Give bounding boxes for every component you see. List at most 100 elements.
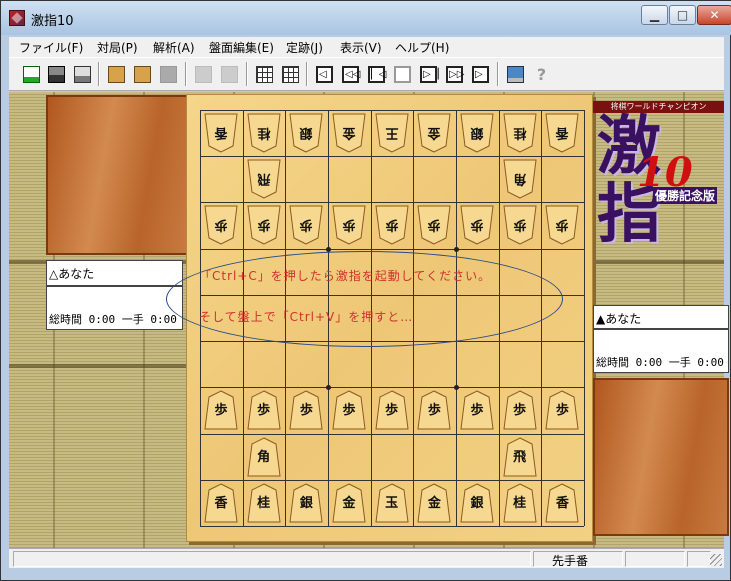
gote-piece-pawn[interactable]: 歩 <box>204 205 238 245</box>
gote-piece-stand[interactable] <box>46 95 188 255</box>
gote-piece[interactable]: 王 <box>375 113 409 153</box>
disabled-icon <box>160 66 177 83</box>
sente-piece-stand[interactable] <box>593 378 729 536</box>
sente-piece-pawn[interactable]: 歩 <box>204 390 238 430</box>
piece-label: 角 <box>513 171 527 187</box>
gote-piece-pawn[interactable]: 歩 <box>545 205 579 245</box>
sente-piece-pawn[interactable]: 歩 <box>503 390 537 430</box>
piece-label: 銀 <box>470 125 484 140</box>
save-button[interactable] <box>46 64 67 85</box>
gote-piece[interactable]: 香 <box>204 113 238 153</box>
sente-piece-rook[interactable]: 飛 <box>503 436 537 477</box>
gote-move-time: 0:00 <box>150 313 177 326</box>
menu-board-edit[interactable]: 盤面編集(E) <box>209 39 274 56</box>
sente-piece-pawn[interactable]: 歩 <box>545 390 579 430</box>
toolbar-separator <box>246 62 248 86</box>
sente-piece[interactable]: 香 <box>545 483 579 523</box>
maximize-button[interactable]: □ <box>669 5 696 25</box>
forward-all-button[interactable]: ▷ <box>470 64 491 85</box>
screen-button[interactable] <box>505 64 526 85</box>
sente-piece[interactable]: 桂 <box>503 483 537 523</box>
menu-game[interactable]: 対局(P) <box>97 39 138 56</box>
piece-label: 香 <box>555 125 569 140</box>
menu-file[interactable]: ファイル(F) <box>19 39 83 56</box>
piece-label: 香 <box>214 495 228 511</box>
sente-piece-pawn[interactable]: 歩 <box>247 390 281 430</box>
grid-alt-button[interactable] <box>280 64 301 85</box>
sente-piece-pawn[interactable]: 歩 <box>460 390 494 430</box>
sente-piece[interactable]: 金 <box>332 483 366 523</box>
piece-label: 桂 <box>513 495 527 511</box>
sente-piece-pawn[interactable]: 歩 <box>417 390 451 430</box>
disabled-button[interactable] <box>219 64 240 85</box>
gote-piece-pawn[interactable]: 歩 <box>417 205 451 245</box>
sente-piece-pawn[interactable]: 歩 <box>332 390 366 430</box>
sente-piece[interactable]: 香 <box>204 483 238 523</box>
back-many-button[interactable]: ◁◁ <box>340 64 361 85</box>
status-cell <box>687 551 711 567</box>
annotation-line-2: そして盤上で「Ctrl+V」を押すと… <box>199 310 414 324</box>
minimize-button[interactable]: ▁ <box>641 5 668 25</box>
app-icon[interactable] <box>9 10 25 26</box>
gote-piece[interactable]: 桂 <box>247 113 281 153</box>
gote-piece[interactable]: 桂 <box>503 113 537 153</box>
new-button[interactable] <box>21 64 42 85</box>
gote-piece[interactable]: 金 <box>332 113 366 153</box>
disabled-button[interactable] <box>193 64 214 85</box>
sente-piece-pawn[interactable]: 歩 <box>289 390 323 430</box>
close-button[interactable]: ✕ <box>697 5 731 25</box>
back-one-button[interactable]: ▏◁ <box>366 64 387 85</box>
back-all-button[interactable]: ◁ <box>314 64 335 85</box>
sente-piece-bishop[interactable]: 角 <box>247 436 281 477</box>
title-bar[interactable]: 激指10 ▁ □ ✕ <box>1 1 731 35</box>
piece-label: 歩 <box>342 217 356 233</box>
forward-one-icon: ▷▕ <box>420 66 438 83</box>
gote-piece[interactable]: 銀 <box>460 113 494 153</box>
gote-piece-pawn[interactable]: 歩 <box>332 205 366 245</box>
piece-label: 飛 <box>257 171 271 187</box>
gote-total-label: 総時間 <box>49 313 82 326</box>
gote-piece-pawn[interactable]: 歩 <box>460 205 494 245</box>
stop-button[interactable] <box>392 64 413 85</box>
sente-player-name: ▲あなた <box>596 312 642 326</box>
disabled-button[interactable] <box>158 64 179 85</box>
board-flip-button[interactable] <box>132 64 153 85</box>
sente-piece[interactable]: 桂 <box>247 483 281 523</box>
board-line <box>584 110 585 526</box>
piece-label: 歩 <box>214 217 228 233</box>
gote-piece[interactable]: 金 <box>417 113 451 153</box>
gote-piece-pawn[interactable]: 歩 <box>289 205 323 245</box>
menu-help[interactable]: ヘルプ(H) <box>395 39 449 56</box>
toolbar-separator <box>497 62 499 86</box>
sente-piece[interactable]: 玉 <box>375 483 409 523</box>
grid-button[interactable] <box>254 64 275 85</box>
gote-piece-pawn[interactable]: 歩 <box>375 205 409 245</box>
piece-label: 歩 <box>513 403 527 419</box>
help-button[interactable]: ? <box>531 64 552 85</box>
gote-piece-pawn[interactable]: 歩 <box>503 205 537 245</box>
resize-grip-icon[interactable] <box>710 554 722 566</box>
board-star-point <box>454 385 459 391</box>
sente-piece[interactable]: 銀 <box>289 483 323 523</box>
sente-piece[interactable]: 金 <box>417 483 451 523</box>
board-line <box>200 248 584 250</box>
sente-clock-box: 総時間 0:00 一手 0:00 <box>593 329 729 373</box>
sente-piece-pawn[interactable]: 歩 <box>375 390 409 430</box>
gote-piece-rook[interactable]: 飛 <box>247 159 281 199</box>
gote-piece-bishop[interactable]: 角 <box>503 159 537 199</box>
print-button[interactable] <box>72 64 93 85</box>
forward-one-button[interactable]: ▷▕ <box>418 64 439 85</box>
gote-piece-pawn[interactable]: 歩 <box>247 205 281 245</box>
menu-analysis[interactable]: 解析(A) <box>153 39 195 56</box>
menu-joseki[interactable]: 定跡(J) <box>286 39 323 56</box>
board-line <box>200 387 584 389</box>
toolbar: ◁ ◁◁ ▏◁ ▷▕ ▷▷ ▷ ? <box>9 57 724 91</box>
forward-many-button[interactable]: ▷▷ <box>444 64 465 85</box>
gote-piece[interactable]: 銀 <box>289 113 323 153</box>
board-icon <box>108 66 125 83</box>
forward-all-icon: ▷ <box>472 66 489 83</box>
gote-piece[interactable]: 香 <box>545 113 579 153</box>
sente-piece[interactable]: 銀 <box>460 483 494 523</box>
menu-view[interactable]: 表示(V) <box>340 39 382 56</box>
board-button[interactable] <box>106 64 127 85</box>
